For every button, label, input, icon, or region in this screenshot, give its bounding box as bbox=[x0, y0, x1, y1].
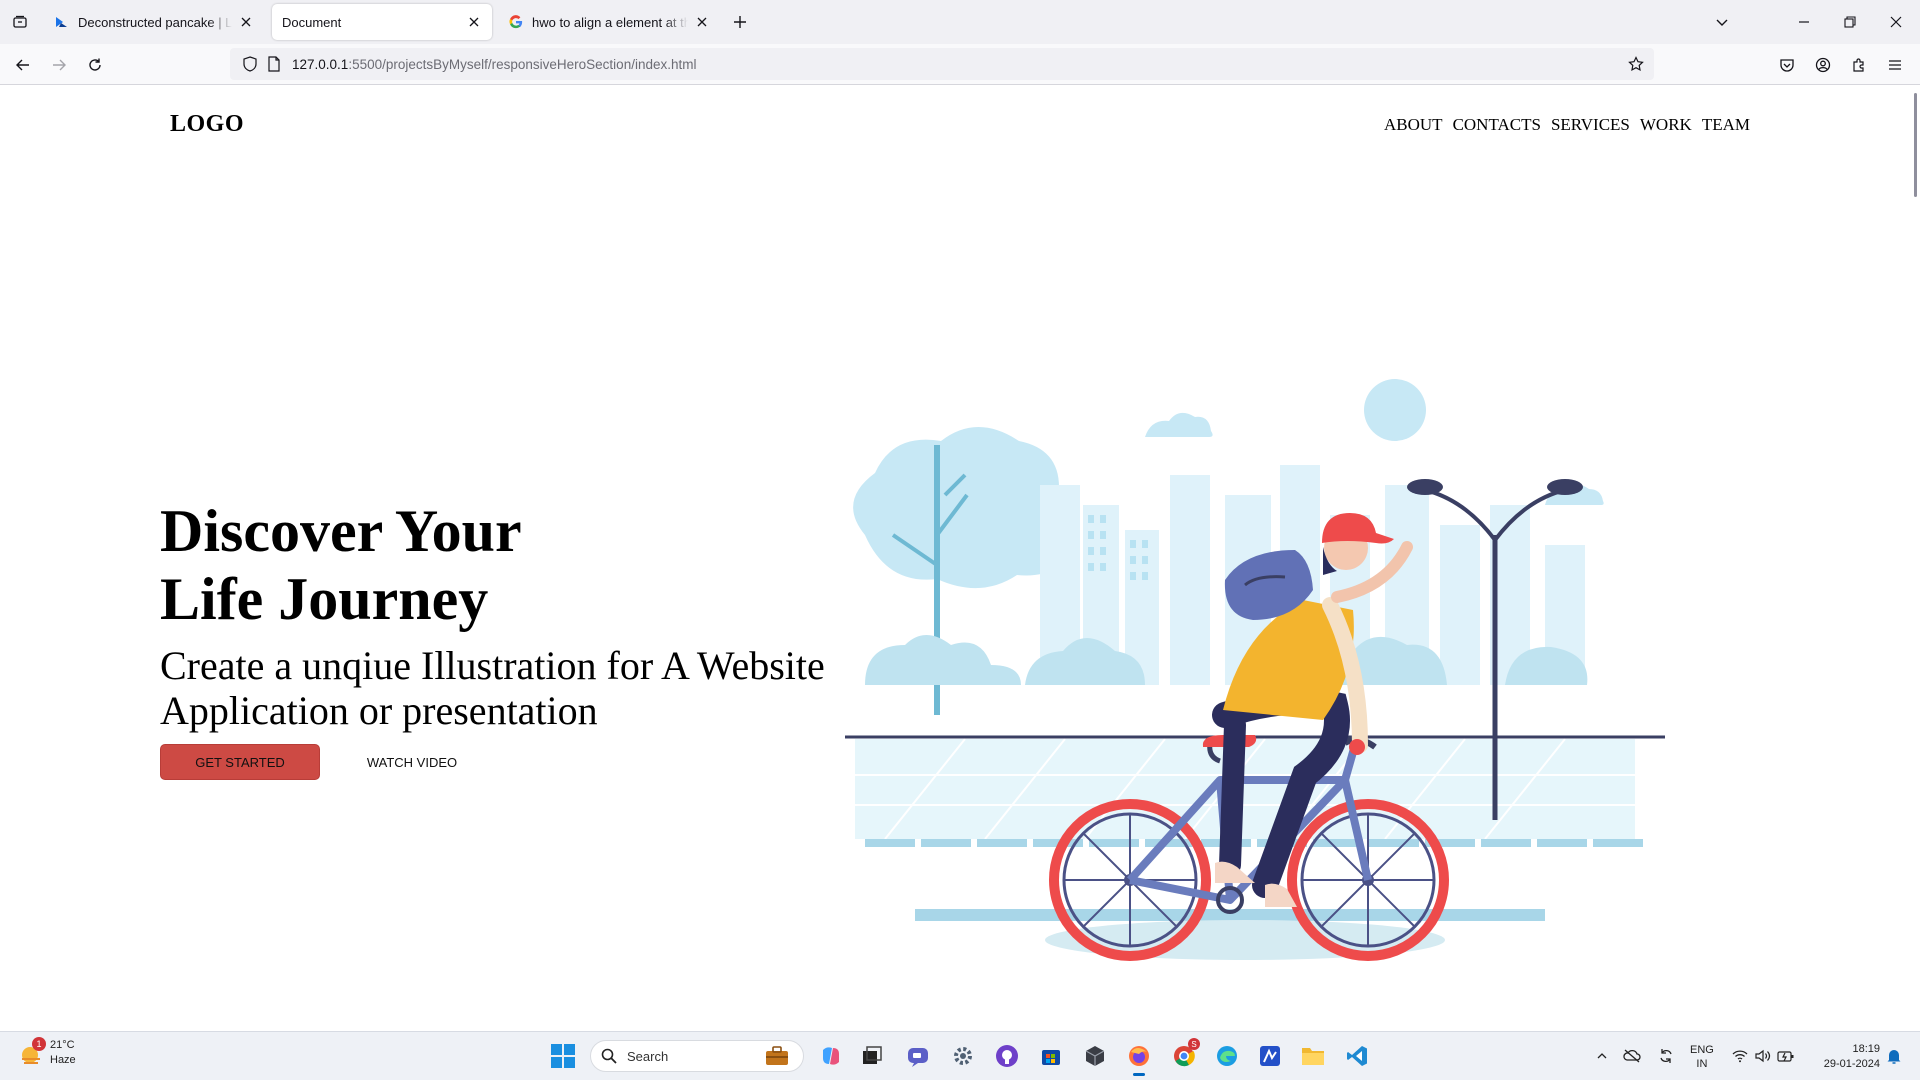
scrollbar-thumb[interactable] bbox=[1914, 93, 1917, 197]
layout-favicon-icon bbox=[54, 14, 70, 30]
tab-layout[interactable]: Deconstructed pancake | Layout bbox=[44, 4, 264, 40]
settings-gear-icon[interactable] bbox=[949, 1042, 977, 1070]
windows-start-icon[interactable] bbox=[550, 1043, 576, 1069]
forward-arrow-icon[interactable] bbox=[46, 52, 72, 78]
show-hidden-icons-chevron-icon[interactable] bbox=[1592, 1046, 1612, 1066]
page-info-icon[interactable] bbox=[262, 52, 286, 76]
battery-charging-icon[interactable] bbox=[1776, 1046, 1796, 1066]
edge-dev-icon[interactable] bbox=[1213, 1042, 1241, 1070]
site-logo[interactable]: LOGO bbox=[170, 111, 244, 138]
reload-icon[interactable] bbox=[82, 52, 108, 78]
tab-list-icon[interactable] bbox=[8, 10, 32, 34]
url-bar[interactable]: 127.0.0.1:5500/projectsByMyself/responsi… bbox=[230, 48, 1654, 80]
chrome-icon[interactable]: S bbox=[1170, 1038, 1200, 1070]
taskbar-clock[interactable]: 18:19 29-01-2024 bbox=[1808, 1042, 1880, 1072]
github-icon[interactable] bbox=[993, 1042, 1021, 1070]
weather-alert-badge: 1 bbox=[32, 1037, 46, 1051]
search-label: Search bbox=[627, 1048, 669, 1064]
extensions-icon[interactable] bbox=[1846, 52, 1872, 78]
clock-date: 29-01-2024 bbox=[1823, 1058, 1880, 1070]
close-tab-icon[interactable] bbox=[238, 14, 254, 30]
nav-link-contacts[interactable]: CONTACTS bbox=[1453, 115, 1541, 135]
onedrive-offline-icon[interactable] bbox=[1622, 1046, 1642, 1066]
get-started-button[interactable]: GET STARTED bbox=[160, 744, 320, 780]
tab-google-search[interactable]: hwo to align a element at the right bbox=[498, 4, 720, 40]
chrome-profile-badge: S bbox=[1188, 1038, 1200, 1050]
hero-title-line1: Discover Your bbox=[160, 498, 522, 564]
language-indicator[interactable]: ENG IN bbox=[1690, 1043, 1714, 1071]
nav-link-about[interactable]: ABOUT bbox=[1384, 115, 1443, 135]
wifi-icon[interactable] bbox=[1730, 1046, 1750, 1066]
shield-icon[interactable] bbox=[238, 52, 262, 76]
google-favicon-icon bbox=[508, 14, 524, 30]
nav-link-work[interactable]: WORK bbox=[1640, 115, 1692, 135]
hero-title-line2: Life Journey bbox=[160, 566, 489, 632]
weather-sun-icon: 1 bbox=[18, 1037, 46, 1067]
taskbar-search-box[interactable]: Search bbox=[590, 1040, 804, 1072]
unity-cube-icon[interactable] bbox=[1081, 1042, 1109, 1070]
hero-title: Discover Your Life Journey bbox=[160, 497, 720, 633]
tab-title: Deconstructed pancake | Layout bbox=[78, 14, 232, 30]
firefox-icon[interactable] bbox=[1125, 1042, 1153, 1076]
nav-link-team[interactable]: TEAM bbox=[1702, 115, 1750, 135]
close-tab-icon[interactable] bbox=[694, 14, 710, 30]
watch-video-button[interactable]: WATCH VIDEO bbox=[360, 747, 464, 777]
url-text: 127.0.0.1:5500/projectsByMyself/responsi… bbox=[292, 56, 697, 72]
close-tab-icon[interactable] bbox=[466, 14, 482, 30]
list-all-tabs-chevron-icon[interactable] bbox=[1708, 8, 1736, 36]
cyclist-city-illustration bbox=[845, 379, 1665, 961]
weather-widget[interactable]: 1 21°C Haze bbox=[18, 1037, 76, 1068]
hamburger-menu-icon[interactable] bbox=[1882, 52, 1908, 78]
vscode-icon[interactable] bbox=[1343, 1042, 1371, 1070]
tab-document[interactable]: Document bbox=[272, 4, 492, 40]
site-nav: ABOUT CONTACTS SERVICES WORK TEAM bbox=[1384, 115, 1750, 135]
notification-bell-icon[interactable] bbox=[1884, 1046, 1904, 1066]
browser-tab-bar: Deconstructed pancake | Layout Document … bbox=[0, 0, 1920, 44]
nav-link-services[interactable]: SERVICES bbox=[1551, 115, 1630, 135]
close-window-icon[interactable] bbox=[1882, 8, 1910, 36]
region-code: IN bbox=[1696, 1058, 1708, 1070]
file-explorer-icon[interactable] bbox=[1299, 1042, 1327, 1070]
teams-chat-icon[interactable] bbox=[904, 1042, 932, 1070]
restore-icon[interactable] bbox=[1836, 8, 1864, 36]
briefcase-icon bbox=[765, 1046, 789, 1066]
sync-icon[interactable] bbox=[1656, 1046, 1676, 1066]
bookmark-star-icon[interactable] bbox=[1624, 52, 1648, 76]
hero-subtitle: Create a unqiue Illustration for A Websi… bbox=[160, 643, 825, 733]
task-view-icon[interactable] bbox=[858, 1042, 886, 1070]
volume-icon[interactable] bbox=[1753, 1046, 1773, 1066]
pocket-icon[interactable] bbox=[1774, 52, 1800, 78]
clock-time: 18:19 bbox=[1852, 1043, 1880, 1055]
tab-title: hwo to align a element at the right bbox=[532, 14, 688, 30]
new-tab-plus-icon[interactable] bbox=[728, 10, 752, 34]
copilot-icon[interactable] bbox=[817, 1042, 845, 1070]
weather-text: 21°C Haze bbox=[50, 1038, 76, 1068]
browser-nav-bar: 127.0.0.1:5500/projectsByMyself/responsi… bbox=[0, 44, 1920, 85]
page-scrollbar[interactable] bbox=[1908, 85, 1920, 1031]
back-arrow-icon[interactable] bbox=[10, 52, 36, 78]
tab-title: Document bbox=[282, 14, 342, 30]
windows-taskbar: 1 21°C Haze Search S ENG IN 18:19 29-01-… bbox=[0, 1031, 1920, 1080]
visual-studio-pen-icon[interactable] bbox=[1256, 1042, 1284, 1070]
web-page: LOGO ABOUT CONTACTS SERVICES WORK TEAM D… bbox=[0, 85, 1920, 1031]
search-icon bbox=[601, 1048, 617, 1064]
account-icon[interactable] bbox=[1810, 52, 1836, 78]
minimize-icon[interactable] bbox=[1790, 8, 1818, 36]
language-code: ENG bbox=[1690, 1044, 1714, 1056]
weather-temp: 21°C bbox=[50, 1039, 75, 1051]
weather-desc: Haze bbox=[50, 1054, 76, 1066]
microsoft-store-icon[interactable] bbox=[1037, 1042, 1065, 1070]
